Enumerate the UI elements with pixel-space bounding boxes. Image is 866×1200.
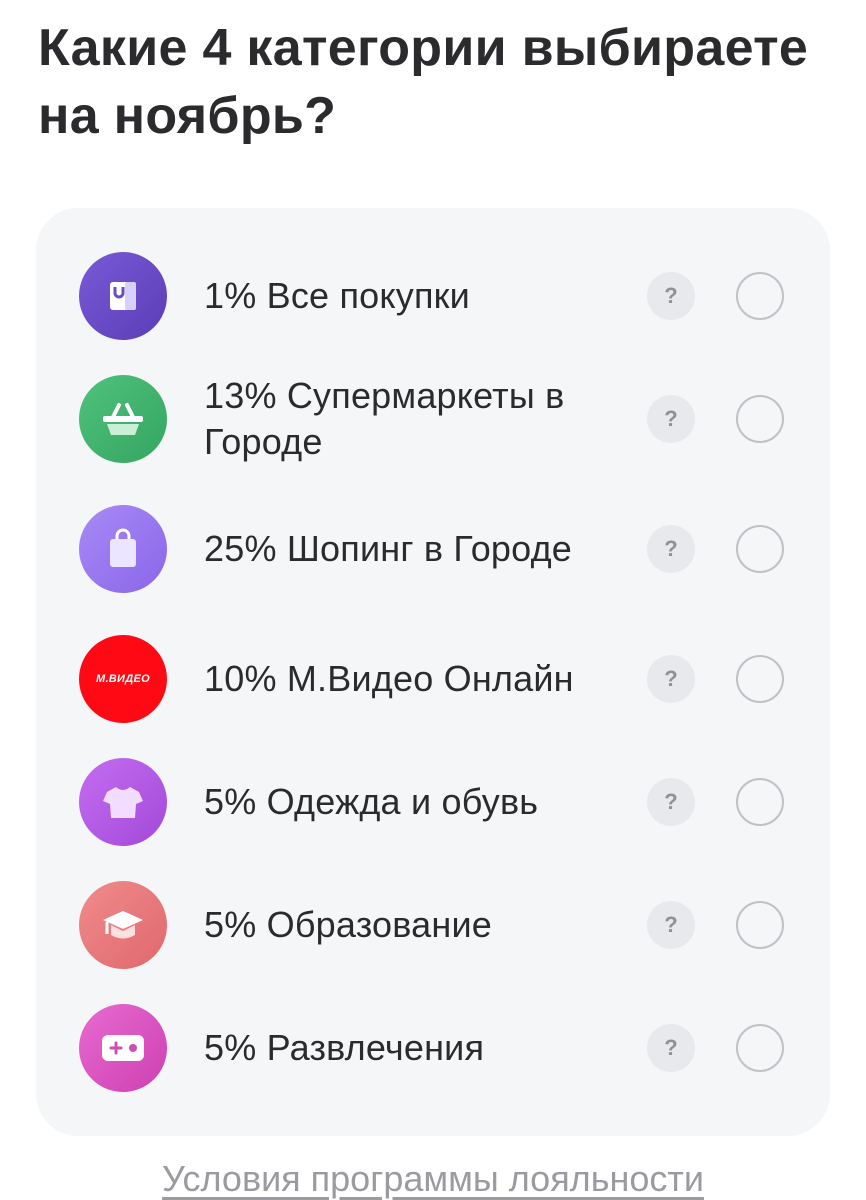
category-list: 1% Все покупки ? 13% Супермаркеты в Горо… (36, 208, 830, 1136)
tshirt-icon (79, 758, 167, 846)
shopping-bag-icon (79, 505, 167, 593)
category-row[interactable]: 25% Шопинг в Городе ? (36, 494, 830, 604)
category-label: 1% Все покупки (204, 275, 470, 316)
category-label: 25% Шопинг в Городе (204, 528, 573, 569)
mvideo-logo: М.ВИДЕО (79, 635, 167, 723)
basket-icon (79, 375, 167, 463)
category-row[interactable]: М.ВИДЕО 10% М.Видео Онлайн ? (36, 624, 830, 734)
shopping-bag-icon (79, 252, 167, 340)
category-label: 5% Образование (204, 904, 492, 945)
loyalty-terms-link[interactable]: Условия программы лояльности (0, 1158, 866, 1200)
category-radio[interactable] (736, 901, 784, 949)
category-radio[interactable] (736, 655, 784, 703)
category-radio[interactable] (736, 1024, 784, 1072)
help-button[interactable]: ? (647, 901, 695, 949)
category-row[interactable]: 5% Развлечения ? (36, 993, 830, 1103)
help-button[interactable]: ? (647, 395, 695, 443)
page-title: Какие 4 категории выбираете на ноябрь? (38, 19, 809, 145)
help-button[interactable]: ? (647, 655, 695, 703)
category-radio[interactable] (736, 395, 784, 443)
mvideo-logo-text: М.ВИДЕО (95, 673, 150, 685)
category-radio[interactable] (736, 525, 784, 573)
category-label: 13% Супермаркеты в Городе (204, 375, 565, 462)
help-button[interactable]: ? (647, 525, 695, 573)
category-row[interactable]: 5% Одежда и обувь ? (36, 747, 830, 857)
category-label: 5% Одежда и обувь (204, 781, 539, 822)
category-row[interactable]: 5% Образование ? (36, 870, 830, 980)
graduation-cap-icon (79, 881, 167, 969)
category-row[interactable]: 13% Супермаркеты в Городе ? (36, 364, 830, 474)
help-button[interactable]: ? (647, 272, 695, 320)
help-button[interactable]: ? (647, 1024, 695, 1072)
help-button[interactable]: ? (647, 778, 695, 826)
gamepad-icon (79, 1004, 167, 1092)
category-radio[interactable] (736, 272, 784, 320)
category-label: 5% Развлечения (204, 1027, 485, 1068)
category-row[interactable]: 1% Все покупки ? (36, 241, 830, 351)
category-radio[interactable] (736, 778, 784, 826)
category-label: 10% М.Видео Онлайн (204, 658, 574, 699)
